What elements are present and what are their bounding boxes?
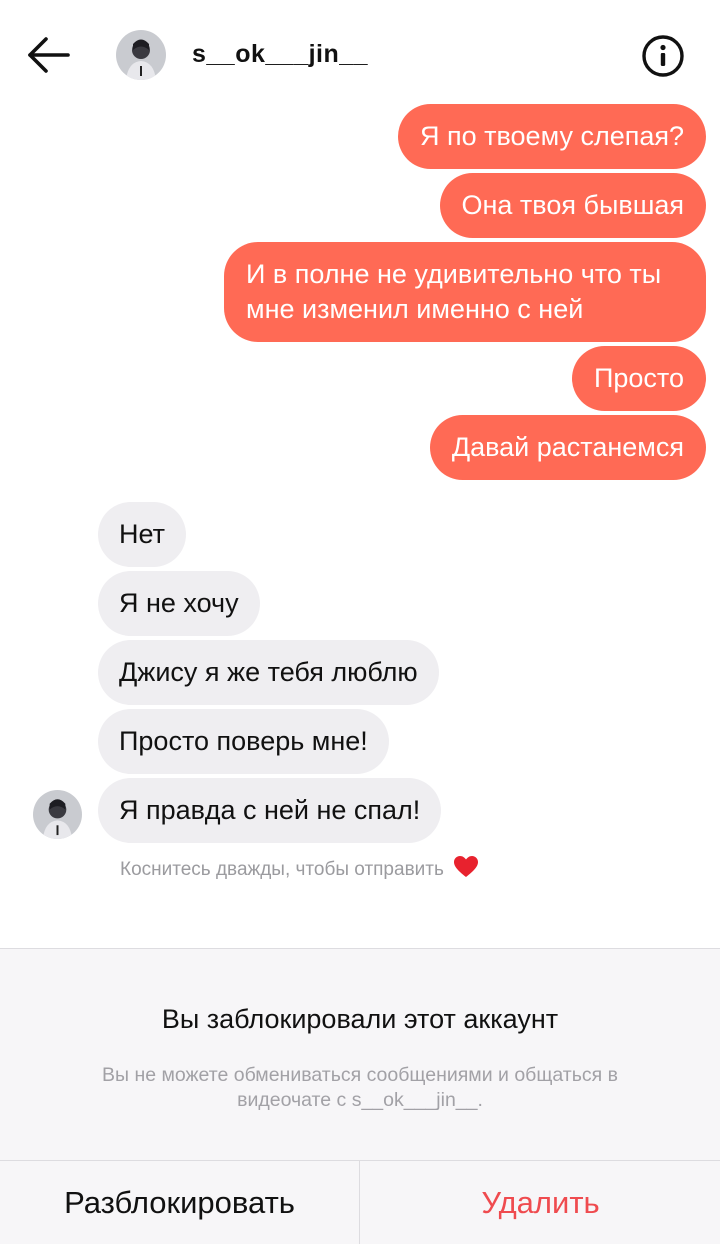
back-button[interactable] — [24, 33, 74, 77]
sent-message[interactable]: Просто — [571, 346, 706, 411]
blocked-description-line: Вы не можете обмениваться сообщениями и … — [102, 1064, 618, 1086]
message-text: Нет — [119, 519, 165, 549]
sent-message[interactable]: Давай растанемся — [429, 415, 706, 480]
sent-message[interactable]: И в полне не удивительно что ты мне изме… — [224, 242, 706, 342]
message-text: Давай растанемся — [451, 432, 684, 462]
hint-text: Коснитесь дважды, чтобы отправить — [120, 859, 444, 881]
username[interactable]: s__ok___jin__ — [192, 40, 368, 69]
heart-icon — [453, 855, 479, 885]
unblock-button[interactable]: Разблокировать — [0, 1161, 359, 1244]
message-text-line: И в полне не удивительно что ты — [246, 259, 662, 289]
message-text: Она твоя бывшая — [461, 190, 685, 220]
info-circle-icon — [642, 35, 684, 77]
info-button[interactable] — [640, 33, 686, 79]
sent-message[interactable]: Я по твоему слепая? — [398, 104, 706, 169]
message-text: Просто поверь мне! — [119, 726, 368, 756]
received-message[interactable]: Я правда с ней не спал! — [98, 778, 442, 843]
divider — [359, 1161, 360, 1244]
blocked-panel: Вы заблокировали этот аккаунт Вы не може… — [0, 948, 720, 1160]
chat-screen: s__ok___jin__ Я по твоему слепая? Она тв… — [0, 0, 720, 1244]
double-tap-hint: Коснитесь дважды, чтобы отправить — [120, 855, 479, 885]
blocked-description-line: видеочате с s__ok___jin__. — [237, 1089, 483, 1111]
message-text: Я правда с ней не спал! — [119, 795, 421, 825]
avatar[interactable] — [116, 30, 166, 80]
arrow-left-icon — [28, 37, 70, 73]
sender-avatar[interactable] — [33, 790, 82, 839]
message-text: Я по твоему слепая? — [420, 121, 684, 151]
blocked-title: Вы заблокировали этот аккаунт — [161, 1004, 559, 1034]
delete-button[interactable]: Удалить — [361, 1161, 720, 1244]
message-text-line: мне изменил именно с ней — [246, 294, 584, 324]
chat-header: s__ok___jin__ — [0, 0, 720, 112]
message-text: Просто — [593, 363, 684, 393]
action-bar: Разблокировать Удалить — [0, 1160, 720, 1244]
sent-message[interactable]: Она твоя бывшая — [439, 173, 706, 238]
received-message[interactable]: Просто поверь мне! — [98, 709, 389, 774]
message-text: Я не хочу — [119, 588, 239, 618]
received-message[interactable]: Я не хочу — [98, 571, 260, 636]
received-message[interactable]: Нет — [98, 502, 186, 567]
received-message[interactable]: Джису я же тебя люблю — [98, 640, 439, 705]
message-text: Джису я же тебя люблю — [119, 657, 418, 687]
blocked-description: Вы не можете обмениваться сообщениями и … — [70, 1063, 650, 1113]
